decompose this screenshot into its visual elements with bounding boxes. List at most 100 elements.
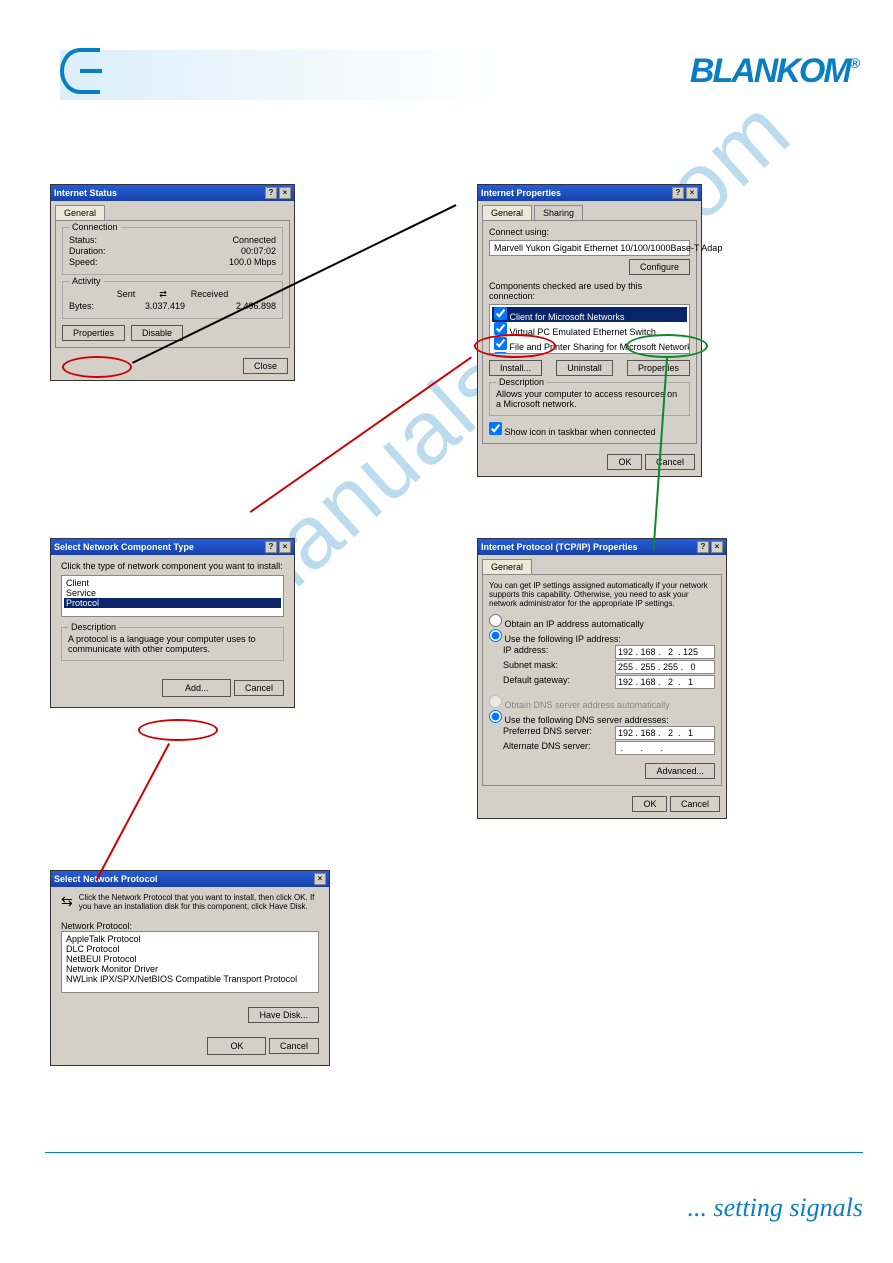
- list-item[interactable]: NWLink IPX/SPX/NetBIOS Compatible Transp…: [64, 974, 316, 984]
- tcpip-properties-dialog: Internet Protocol (TCP/IP) Properties ? …: [477, 538, 727, 819]
- cancel-button[interactable]: Cancel: [234, 680, 284, 696]
- duration-label: Duration:: [69, 246, 106, 256]
- show-icon-label: Show icon in taskbar when connected: [505, 427, 656, 437]
- component-item[interactable]: Client for Microsoft Networks: [510, 312, 625, 322]
- ok-button[interactable]: OK: [207, 1037, 266, 1055]
- internet-status-dialog: Internet Status ? × General Connection S…: [50, 184, 295, 381]
- tagline: ... setting signals: [687, 1193, 863, 1223]
- install-button[interactable]: Install...: [489, 360, 542, 376]
- close-icon[interactable]: ×: [314, 873, 326, 885]
- ok-button[interactable]: OK: [632, 796, 667, 812]
- ip-label: IP address:: [503, 645, 548, 659]
- pref-dns-field[interactable]: [615, 726, 715, 740]
- adapter-item[interactable]: Marvell Yukon Gigabit Ethernet 10/100/10…: [492, 243, 687, 253]
- uninstall-button[interactable]: Uninstall: [556, 360, 613, 376]
- dns-auto-label: Obtain DNS server address automatically: [505, 700, 670, 710]
- annotation-oval-add: [138, 719, 218, 741]
- close-icon[interactable]: ×: [279, 541, 291, 553]
- titlebar: Internet Status ? ×: [51, 185, 294, 201]
- alt-dns-field[interactable]: [615, 741, 715, 755]
- title: Internet Properties: [481, 188, 561, 198]
- list-item[interactable]: Protocol: [64, 598, 281, 608]
- close-icon[interactable]: ×: [711, 541, 723, 553]
- title: Internet Protocol (TCP/IP) Properties: [481, 542, 638, 552]
- description-label: Description: [496, 377, 547, 387]
- component-item[interactable]: File and Printer Sharing for Microsoft N…: [510, 342, 690, 352]
- list-item[interactable]: NetBEUI Protocol: [64, 954, 316, 964]
- close-icon[interactable]: ×: [279, 187, 291, 199]
- dns-auto-radio: [489, 695, 502, 708]
- footer-divider: [45, 1152, 863, 1153]
- help-icon[interactable]: ?: [697, 541, 709, 553]
- components-text: Components checked are used by this conn…: [489, 281, 690, 301]
- bytes-sent: 3.037.419: [145, 301, 185, 311]
- brand-logo: BLANKOM®: [690, 52, 858, 91]
- component-checkbox[interactable]: [494, 322, 507, 335]
- close-icon[interactable]: ×: [686, 187, 698, 199]
- title: Select Network Protocol: [54, 874, 158, 884]
- titlebar: Select Network Component Type ? ×: [51, 539, 294, 555]
- tab-sharing[interactable]: Sharing: [534, 205, 583, 220]
- list-item[interactable]: Client: [64, 578, 281, 588]
- cancel-button[interactable]: Cancel: [269, 1038, 319, 1054]
- bytes-label: Bytes:: [69, 301, 94, 311]
- connection-group-label: Connection: [69, 222, 121, 232]
- disable-button[interactable]: Disable: [131, 325, 183, 341]
- help-icon[interactable]: ?: [672, 187, 684, 199]
- internet-properties-dialog: Internet Properties ? × General Sharing …: [477, 184, 702, 477]
- title: Internet Status: [54, 188, 117, 198]
- component-checkbox[interactable]: [494, 337, 507, 350]
- received-label: Received: [191, 289, 229, 300]
- tab-general[interactable]: General: [482, 205, 532, 220]
- brand-text: BLANKOM: [690, 52, 850, 90]
- prompt: Click the Network Protocol that you want…: [79, 893, 319, 911]
- component-item[interactable]: Virtual PC Emulated Ethernet Switch: [510, 327, 656, 337]
- dns-manual-label: Use the following DNS server addresses:: [505, 715, 669, 725]
- tab-general[interactable]: General: [482, 559, 532, 574]
- activity-group-label: Activity: [69, 276, 104, 286]
- add-button[interactable]: Add...: [162, 679, 232, 697]
- dns-manual-radio[interactable]: [489, 710, 502, 723]
- list-item[interactable]: DLC Protocol: [64, 944, 316, 954]
- status-value: Connected: [232, 235, 276, 245]
- ip-manual-radio[interactable]: [489, 629, 502, 642]
- properties-button[interactable]: Properties: [62, 325, 125, 341]
- duration-value: 00:07:02: [241, 246, 276, 256]
- ip-auto-label: Obtain an IP address automatically: [505, 619, 644, 629]
- help-icon[interactable]: ?: [265, 187, 277, 199]
- title: Select Network Component Type: [54, 542, 194, 552]
- description-text: Allows your computer to access resources…: [496, 389, 683, 409]
- titlebar: Select Network Protocol ×: [51, 871, 329, 887]
- tab-general[interactable]: General: [55, 205, 105, 220]
- select-component-type-dialog: Select Network Component Type ? × Click …: [50, 538, 295, 708]
- have-disk-button[interactable]: Have Disk...: [248, 1007, 319, 1023]
- prompt: Click the type of network component you …: [61, 561, 284, 571]
- advanced-button[interactable]: Advanced...: [645, 763, 715, 779]
- show-icon-checkbox[interactable]: [489, 422, 502, 435]
- ok-button[interactable]: OK: [607, 454, 642, 470]
- pref-dns-label: Preferred DNS server:: [503, 726, 592, 740]
- ip-auto-radio[interactable]: [489, 614, 502, 627]
- properties-button[interactable]: Properties: [627, 360, 690, 376]
- intro-text: You can get IP settings assigned automat…: [489, 581, 715, 608]
- mask-field[interactable]: [615, 660, 715, 674]
- close-button[interactable]: Close: [243, 358, 288, 374]
- ip-manual-label: Use the following IP address:: [505, 634, 621, 644]
- select-protocol-dialog: Select Network Protocol × ⇆ Click the Ne…: [50, 870, 330, 1066]
- ip-field[interactable]: [615, 645, 715, 659]
- mask-label: Subnet mask:: [503, 660, 558, 674]
- component-checkbox[interactable]: [494, 307, 507, 320]
- cancel-button[interactable]: Cancel: [645, 454, 695, 470]
- arrow-red-2: [95, 743, 170, 881]
- list-item[interactable]: Service: [64, 588, 281, 598]
- speed-label: Speed:: [69, 257, 98, 267]
- help-icon[interactable]: ?: [265, 541, 277, 553]
- list-item[interactable]: Network Monitor Driver: [64, 964, 316, 974]
- bytes-recv: 2.496.898: [236, 301, 276, 311]
- gw-field[interactable]: [615, 675, 715, 689]
- configure-button[interactable]: Configure: [629, 259, 690, 275]
- logo-tick-icon: [80, 69, 102, 73]
- component-checkbox[interactable]: [494, 352, 507, 354]
- cancel-button[interactable]: Cancel: [670, 796, 720, 812]
- list-item[interactable]: AppleTalk Protocol: [64, 934, 316, 944]
